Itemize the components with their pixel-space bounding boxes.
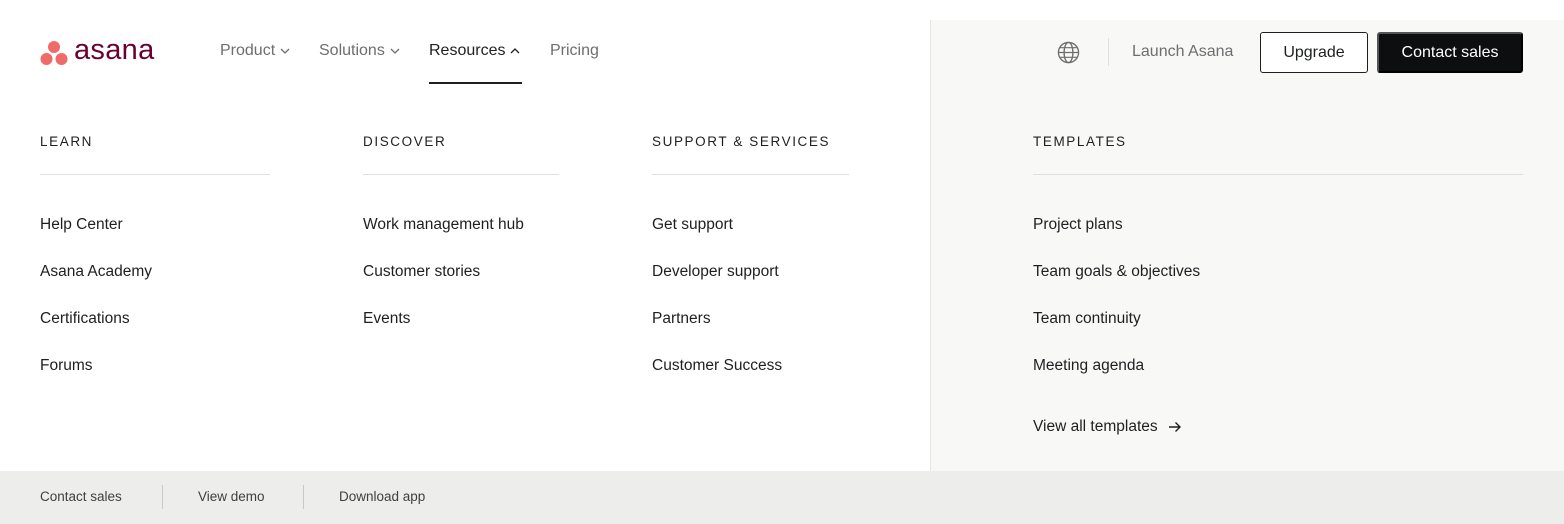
footer-contact-sales-link[interactable]: Contact sales xyxy=(40,489,122,504)
menu-link-project-plans[interactable]: Project plans xyxy=(1033,215,1523,262)
column-heading: LEARN xyxy=(40,134,94,149)
learn-links: Help Center Asana Academy Certifications… xyxy=(40,215,270,403)
menu-link-meeting-agenda[interactable]: Meeting agenda xyxy=(1033,356,1523,403)
menu-link-forums[interactable]: Forums xyxy=(40,356,270,403)
menu-link-events[interactable]: Events xyxy=(363,309,559,356)
column-divider xyxy=(363,174,559,175)
upgrade-button[interactable]: Upgrade xyxy=(1260,32,1368,73)
menu-link-customer-success[interactable]: Customer Success xyxy=(652,356,849,403)
menu-link-team-continuity[interactable]: Team continuity xyxy=(1033,309,1523,356)
chevron-up-icon xyxy=(511,48,520,54)
nav-solutions-label: Solutions xyxy=(319,42,385,59)
chevron-down-icon xyxy=(280,48,290,54)
menu-column-templates: TEMPLATES Project plans Team goals & obj… xyxy=(1033,134,1523,450)
column-heading: SUPPORT & SERVICES xyxy=(652,134,831,149)
globe-icon xyxy=(1057,41,1080,64)
templates-links: Project plans Team goals & objectives Te… xyxy=(1033,215,1523,450)
nav-resources[interactable]: Resources xyxy=(429,42,520,60)
menu-link-get-support[interactable]: Get support xyxy=(652,215,849,262)
active-nav-indicator xyxy=(429,82,522,84)
support-links: Get support Developer support Partners C… xyxy=(652,215,849,403)
menu-column-discover: DISCOVER Work management hub Customer st… xyxy=(363,134,559,356)
launch-asana-link[interactable]: Launch Asana xyxy=(1132,43,1233,61)
contact-sales-button[interactable]: Contact sales xyxy=(1377,32,1523,73)
view-all-templates-link[interactable]: View all templates xyxy=(1033,403,1523,450)
menu-link-partners[interactable]: Partners xyxy=(652,309,849,356)
nav-solutions[interactable]: Solutions xyxy=(319,42,400,60)
menu-link-certifications[interactable]: Certifications xyxy=(40,309,270,356)
menu-link-help-center[interactable]: Help Center xyxy=(40,215,270,262)
nav-pricing[interactable]: Pricing xyxy=(550,42,599,60)
footer-view-demo-link[interactable]: View demo xyxy=(198,489,265,504)
menu-link-team-goals[interactable]: Team goals & objectives xyxy=(1033,262,1523,309)
column-divider xyxy=(1033,174,1523,175)
column-divider xyxy=(40,174,270,175)
discover-links: Work management hub Customer stories Eve… xyxy=(363,215,559,356)
arrow-right-icon xyxy=(1168,421,1181,432)
nav-product-label: Product xyxy=(220,42,276,59)
language-selector[interactable] xyxy=(1057,41,1080,69)
footer-divider xyxy=(303,485,304,509)
menu-column-learn: LEARN Help Center Asana Academy Certific… xyxy=(40,134,270,403)
nav-resources-label: Resources xyxy=(429,42,506,59)
footer-download-app-link[interactable]: Download app xyxy=(339,489,425,504)
menu-link-customer-stories[interactable]: Customer stories xyxy=(363,262,559,309)
brand-name: asana xyxy=(74,34,155,66)
menu-link-asana-academy[interactable]: Asana Academy xyxy=(40,262,270,309)
column-heading: TEMPLATES xyxy=(1033,134,1127,149)
asana-logo[interactable]: asana xyxy=(40,34,155,67)
chevron-down-icon xyxy=(390,48,400,54)
view-all-label: View all templates xyxy=(1033,417,1158,435)
menu-column-support: SUPPORT & SERVICES Get support Developer… xyxy=(652,134,849,403)
footer-divider xyxy=(162,485,163,509)
column-heading: DISCOVER xyxy=(363,134,447,149)
asana-dots-icon xyxy=(40,40,68,65)
nav-product[interactable]: Product xyxy=(220,42,290,60)
menu-link-work-management-hub[interactable]: Work management hub xyxy=(363,215,559,262)
column-divider xyxy=(652,174,849,175)
menu-link-developer-support[interactable]: Developer support xyxy=(652,262,849,309)
header-divider xyxy=(1108,38,1109,66)
nav-pricing-label: Pricing xyxy=(550,42,599,59)
menu-footer: Contact sales View demo Download app xyxy=(0,471,1564,524)
